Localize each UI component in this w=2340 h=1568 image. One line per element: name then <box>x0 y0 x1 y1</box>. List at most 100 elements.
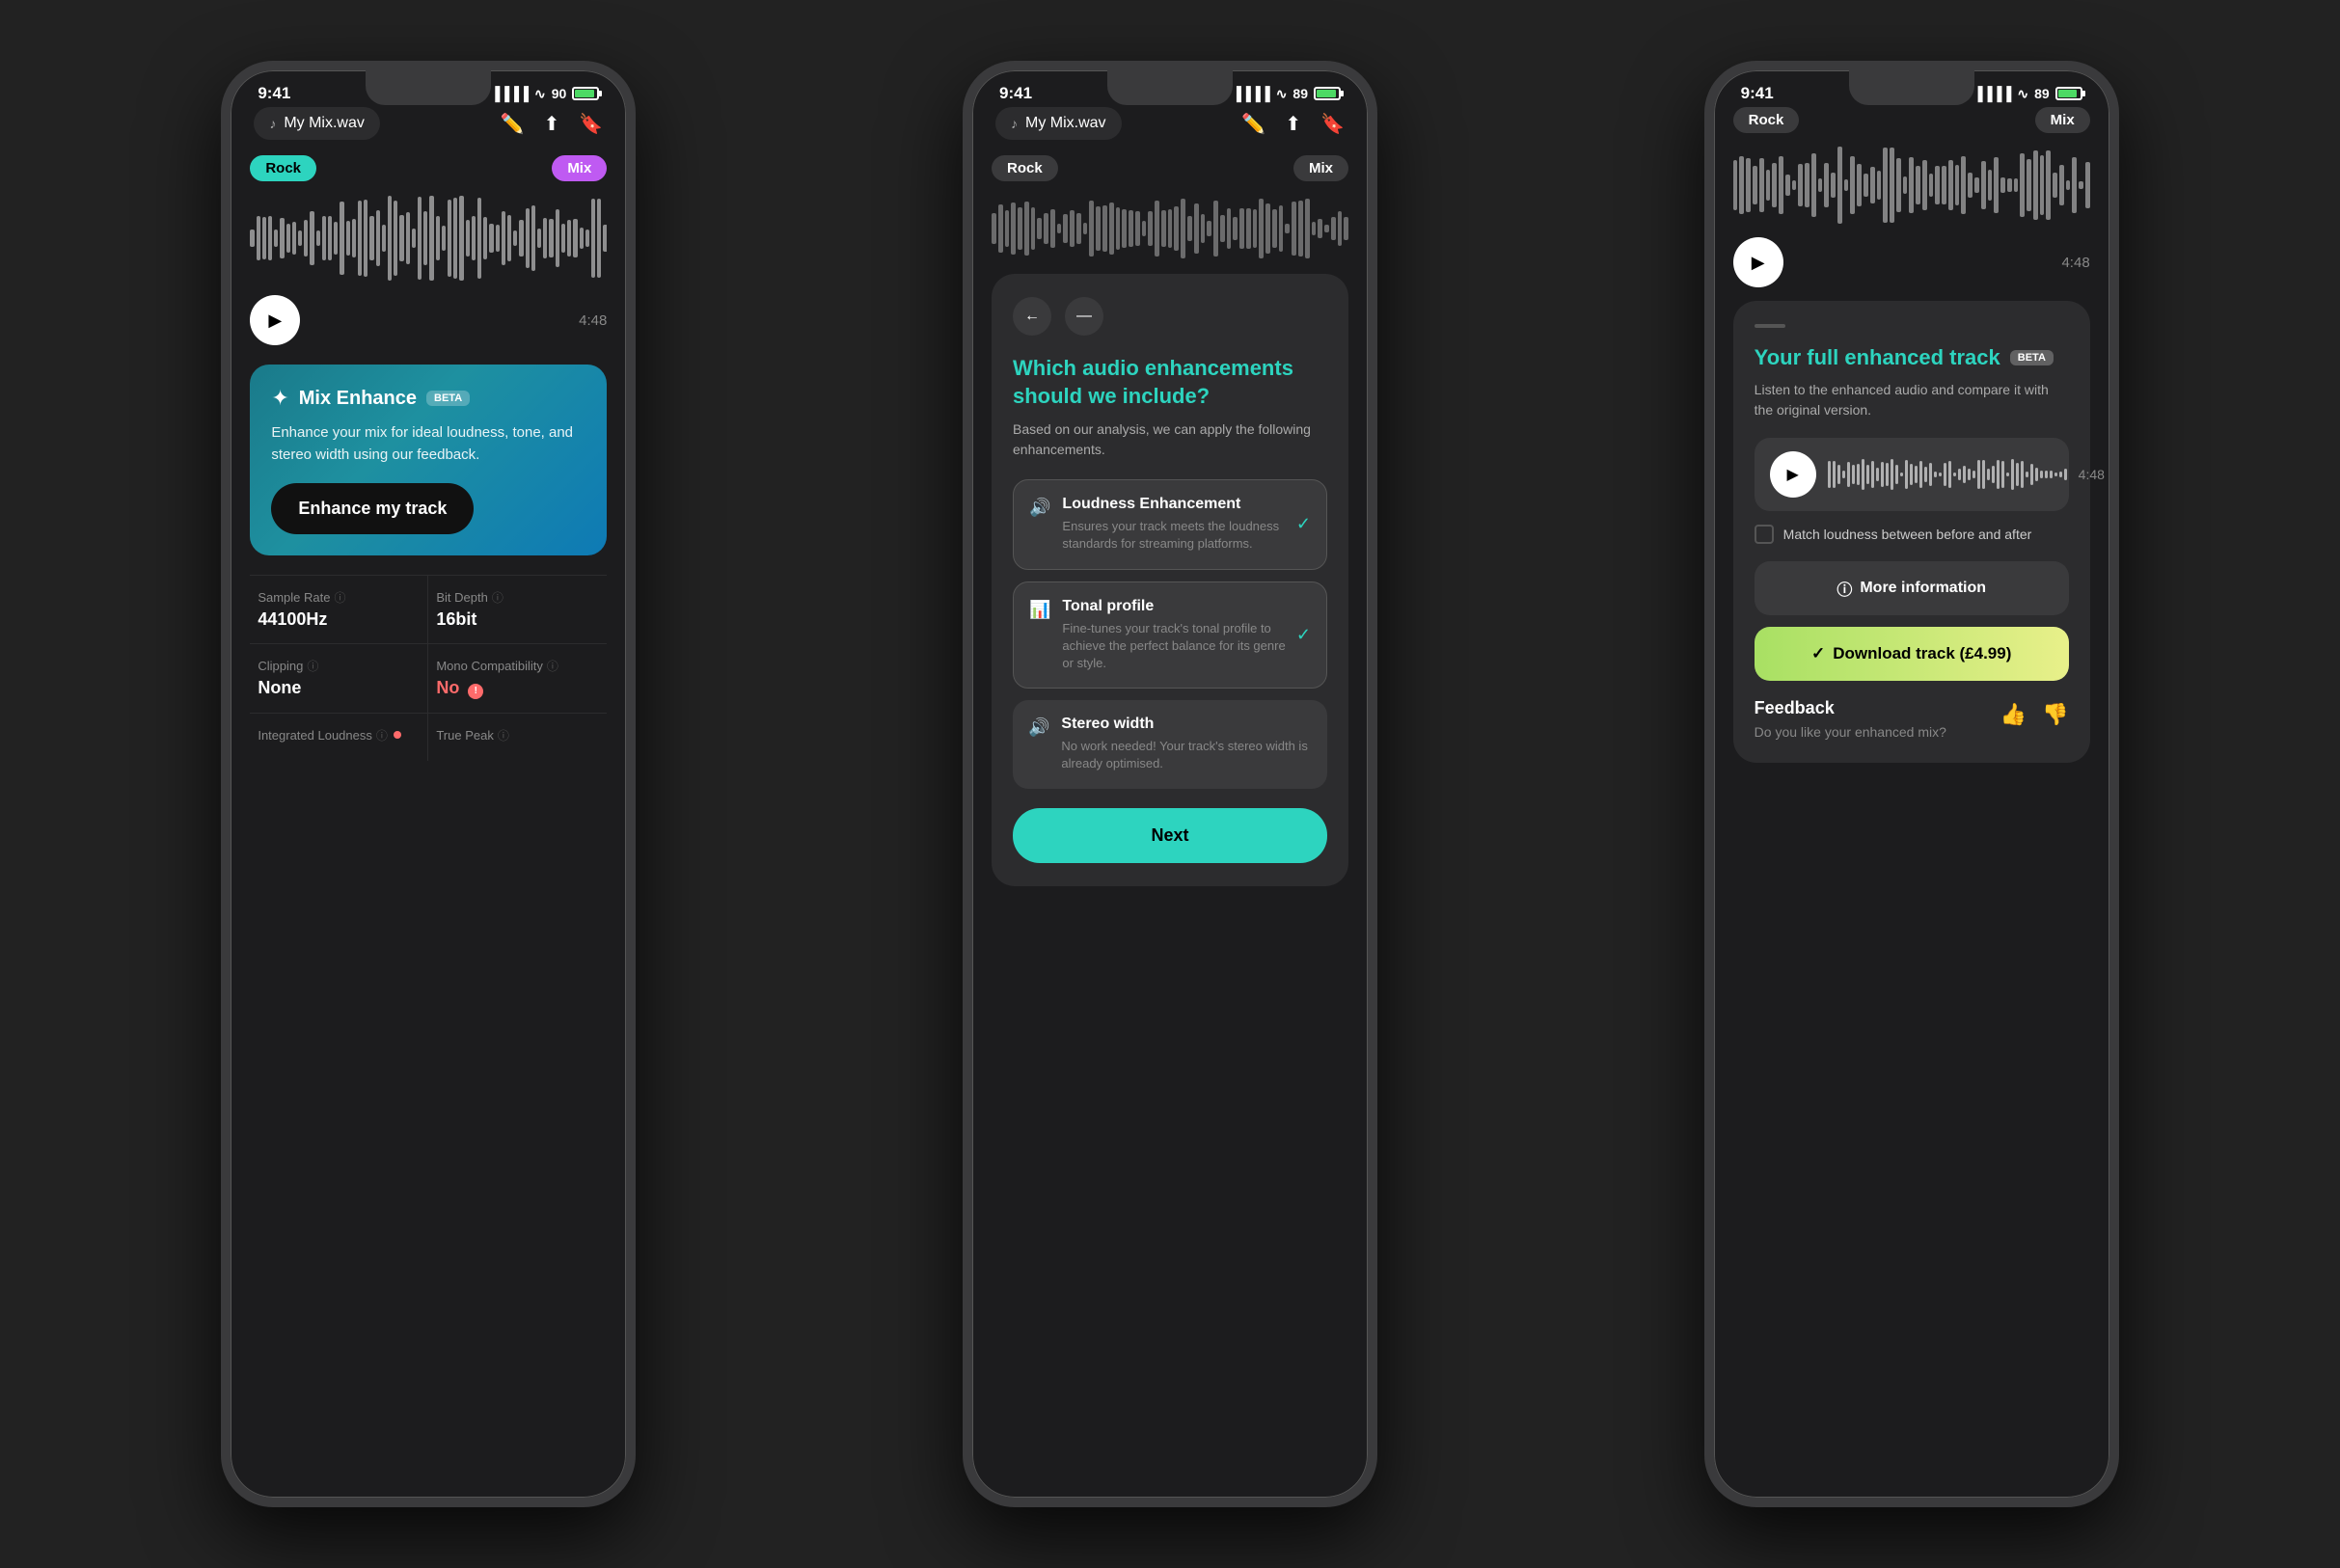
stat-bit-depth: Bit Depth ⓘ 16bit <box>428 575 607 643</box>
mini-waveform <box>1828 457 2067 492</box>
status-icons-1: ▐▐▐▐ ∿ 90 <box>490 86 599 102</box>
thumbs-down-button[interactable]: 👎 <box>2042 702 2068 727</box>
status-icons-2: ▐▐▐▐ ∿ 89 <box>1232 86 1341 102</box>
enhancement-card-loudness[interactable]: 🔊 Loudness Enhancement Ensures your trac… <box>1013 479 1327 569</box>
play-button-enhanced[interactable]: ▶ <box>1770 451 1816 498</box>
battery-label-1: 90 <box>552 86 567 101</box>
genre-row-3: Rock Mix <box>1733 107 2090 133</box>
bookmark-icon-1[interactable]: 🔖 <box>579 112 603 136</box>
toggle-switch[interactable] <box>2116 462 2119 487</box>
play-button-1[interactable]: ▶ <box>250 295 300 345</box>
genre-badge-3[interactable]: Rock <box>1733 107 1800 133</box>
loudness-match-row: Match loudness between before and after <box>1755 525 2069 544</box>
battery-icon-1 <box>572 87 599 100</box>
track-actions-1: ✏️ ⬆ 🔖 <box>501 112 604 136</box>
info-icon-bd[interactable]: ⓘ <box>492 589 503 606</box>
edit-icon-2[interactable]: ✏️ <box>1241 112 1265 136</box>
stat-label-sample-rate: Sample Rate ⓘ <box>258 589 420 606</box>
wifi-icon-1: ∿ <box>534 86 546 102</box>
more-info-button[interactable]: ⓘ More information <box>1755 561 2069 615</box>
result-desc: Listen to the enhanced audio and compare… <box>1755 380 2069 420</box>
info-icon-mc[interactable]: ⓘ <box>547 658 558 674</box>
warning-dot-il <box>394 731 401 739</box>
loudness-match-text: Match loudness between before and after <box>1783 527 2032 542</box>
loudness-checkbox[interactable] <box>1755 525 1774 544</box>
enhancement-card-tonal[interactable]: 📊 Tonal profile Fine-tunes your track's … <box>1013 581 1327 689</box>
stereo-text-group: Stereo width No work needed! Your track'… <box>1061 716 1312 772</box>
track-name-pill-1: ♪ My Mix.wav <box>254 107 380 140</box>
loudness-icon: 🔊 <box>1029 498 1050 518</box>
minimize-handle[interactable] <box>1755 324 1785 328</box>
track-header-2: ♪ My Mix.wav ✏️ ⬆ 🔖 <box>992 107 1348 140</box>
signal-icon-1: ▐▐▐▐ <box>490 86 529 101</box>
phone1-wrapper: 9:41 ▐▐▐▐ ∿ 90 ♪ My Mix.wav <box>58 61 800 1507</box>
enhance-my-track-button[interactable]: Enhance my track <box>271 483 474 534</box>
stat-true-peak: True Peak ⓘ <box>428 713 607 761</box>
stat-clipping: Clipping ⓘ None <box>250 643 428 713</box>
phone1: 9:41 ▐▐▐▐ ∿ 90 ♪ My Mix.wav <box>221 61 636 1507</box>
mix-enhance-card: ✦ Mix Enhance BETA Enhance your mix for … <box>250 365 607 555</box>
track-actions-2: ✏️ ⬆ 🔖 <box>1241 112 1345 136</box>
enhancement-card-stereo[interactable]: 🔊 Stereo width No work needed! Your trac… <box>1013 700 1327 788</box>
stat-label-mono: Mono Compatibility ⓘ <box>436 658 599 674</box>
genre-row-2: Rock Mix <box>992 155 1348 181</box>
mix-badge-3[interactable]: Mix <box>2035 107 2090 133</box>
phone3: 9:41 ▐▐▐▐ ∿ 89 Rock Mix ▶ <box>1704 61 2119 1507</box>
enhanced-duration: 4:48 <box>2079 467 2105 482</box>
wifi-icon-3: ∿ <box>2017 86 2028 102</box>
info-icon-tp[interactable]: ⓘ <box>498 727 509 743</box>
tonal-text-group: Tonal profile Fine-tunes your track's to… <box>1062 598 1295 673</box>
edit-icon-1[interactable]: ✏️ <box>501 112 525 136</box>
phone2-content: ♪ My Mix.wav ✏️ ⬆ 🔖 Rock Mix <box>972 107 1368 886</box>
stat-mono-compat: Mono Compatibility ⓘ No ! <box>428 643 607 713</box>
bookmark-icon-2[interactable]: 🔖 <box>1320 112 1345 136</box>
track-header-1: ♪ My Mix.wav ✏️ ⬆ 🔖 <box>250 107 607 140</box>
result-title: Your full enhanced track BETA <box>1755 345 2069 370</box>
genre-badge-2[interactable]: Rock <box>992 155 1058 181</box>
mix-badge-2[interactable]: Mix <box>1293 155 1348 181</box>
info-icon-cl[interactable]: ⓘ <box>307 658 318 674</box>
time-2: 9:41 <box>999 84 1032 103</box>
mix-badge-1[interactable]: Mix <box>552 155 607 181</box>
info-icon-sr[interactable]: ⓘ <box>334 589 345 606</box>
phone2-wrapper: 9:41 ▐▐▐▐ ∿ 89 ♪ My Mix.wav <box>800 61 1541 1507</box>
phone3-wrapper: 9:41 ▐▐▐▐ ∿ 89 Rock Mix ▶ <box>1540 61 2282 1507</box>
waveform-top-3 <box>1733 147 2090 224</box>
stereo-icon: 🔊 <box>1028 717 1049 738</box>
phone3-content: Rock Mix ▶ 4:48 Your full enhanced track… <box>1714 107 2109 763</box>
back-button-2[interactable]: ← <box>1013 297 1051 336</box>
screens-container: 9:41 ▐▐▐▐ ∿ 90 ♪ My Mix.wav <box>0 0 2340 1568</box>
time-3: 9:41 <box>1741 84 1774 103</box>
enhancement-left-tonal: 📊 Tonal profile Fine-tunes your track's … <box>1029 598 1296 673</box>
share-icon-2[interactable]: ⬆ <box>1285 112 1301 136</box>
mix-enhance-desc: Enhance your mix for ideal loudness, ton… <box>271 422 585 466</box>
music-icon-1: ♪ <box>269 116 276 131</box>
next-button[interactable]: Next <box>1013 808 1327 863</box>
info-icon-il[interactable]: ⓘ <box>376 727 388 743</box>
warning-icon-mono: ! <box>468 684 483 699</box>
genre-badge-1[interactable]: Rock <box>250 155 316 181</box>
modal-title-2: Which audio enhancements should we inclu… <box>1013 355 1327 410</box>
battery-icon-2 <box>1314 87 1341 100</box>
stat-value-mono: No ! <box>436 678 599 699</box>
modal-subtitle-2: Based on our analysis, we can apply the … <box>1013 419 1327 460</box>
share-icon-1[interactable]: ⬆ <box>544 112 560 136</box>
stat-label-bit-depth: Bit Depth ⓘ <box>436 589 599 606</box>
status-bar-1: 9:41 ▐▐▐▐ ∿ 90 <box>231 70 626 107</box>
play-button-top-3[interactable]: ▶ <box>1733 237 1783 287</box>
enhanced-player: ▶ 4:48 <box>1755 438 2069 511</box>
thumbs-up-button[interactable]: 👍 <box>2000 702 2027 727</box>
phone1-content: ♪ My Mix.wav ✏️ ⬆ 🔖 Rock Mix // Gener <box>231 107 626 761</box>
wifi-icon-2: ∿ <box>1276 86 1288 102</box>
loudness-desc: Ensures your track meets the loudness st… <box>1062 518 1295 553</box>
minimize-button-2[interactable]: — <box>1065 297 1103 336</box>
waveform-1: // Generate waveform bars inline via pla… <box>250 195 607 282</box>
beta-badge-3: BETA <box>2010 350 2054 365</box>
status-bar-3: 9:41 ▐▐▐▐ ∿ 89 <box>1714 70 2109 107</box>
tonal-check: ✓ <box>1296 625 1311 645</box>
download-button[interactable]: ✓ Download track (£4.99) <box>1755 627 2069 681</box>
stat-label-loudness: Integrated Loudness ⓘ <box>258 727 420 743</box>
status-icons-3: ▐▐▐▐ ∿ 89 <box>1973 86 2082 102</box>
mix-enhance-title: Mix Enhance <box>299 388 417 410</box>
beta-badge-1: BETA <box>426 391 470 406</box>
